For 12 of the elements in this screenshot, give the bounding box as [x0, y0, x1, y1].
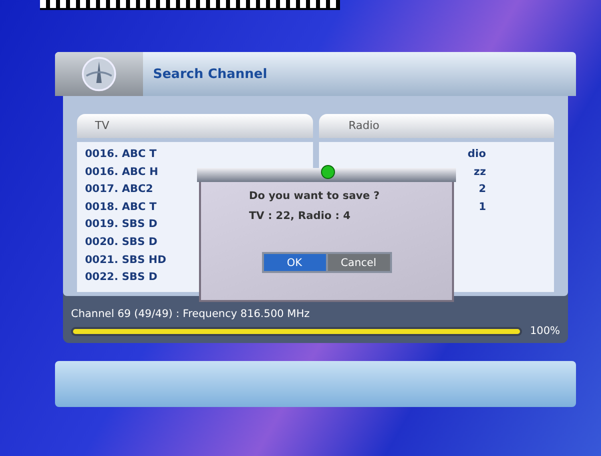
channel-item[interactable]: dio [326, 146, 546, 164]
window-title: Search Channel [153, 66, 268, 82]
column-header: Radio [318, 114, 554, 138]
dialog-message: Do you want to save ? [249, 190, 380, 202]
channel-count: TV : 22, Radio : 4 [249, 210, 350, 222]
globe-icon [81, 56, 117, 92]
frequency-label: Channel 69 (49/49) : Frequency 816.500 MHz [71, 308, 310, 320]
ok-button[interactable]: OK [264, 254, 326, 271]
progress-percent: 100% [530, 325, 560, 337]
cancel-button[interactable]: Cancel [328, 254, 390, 271]
channel-item[interactable]: 0016. ABC T [85, 146, 304, 164]
column-header: TV [77, 114, 312, 138]
